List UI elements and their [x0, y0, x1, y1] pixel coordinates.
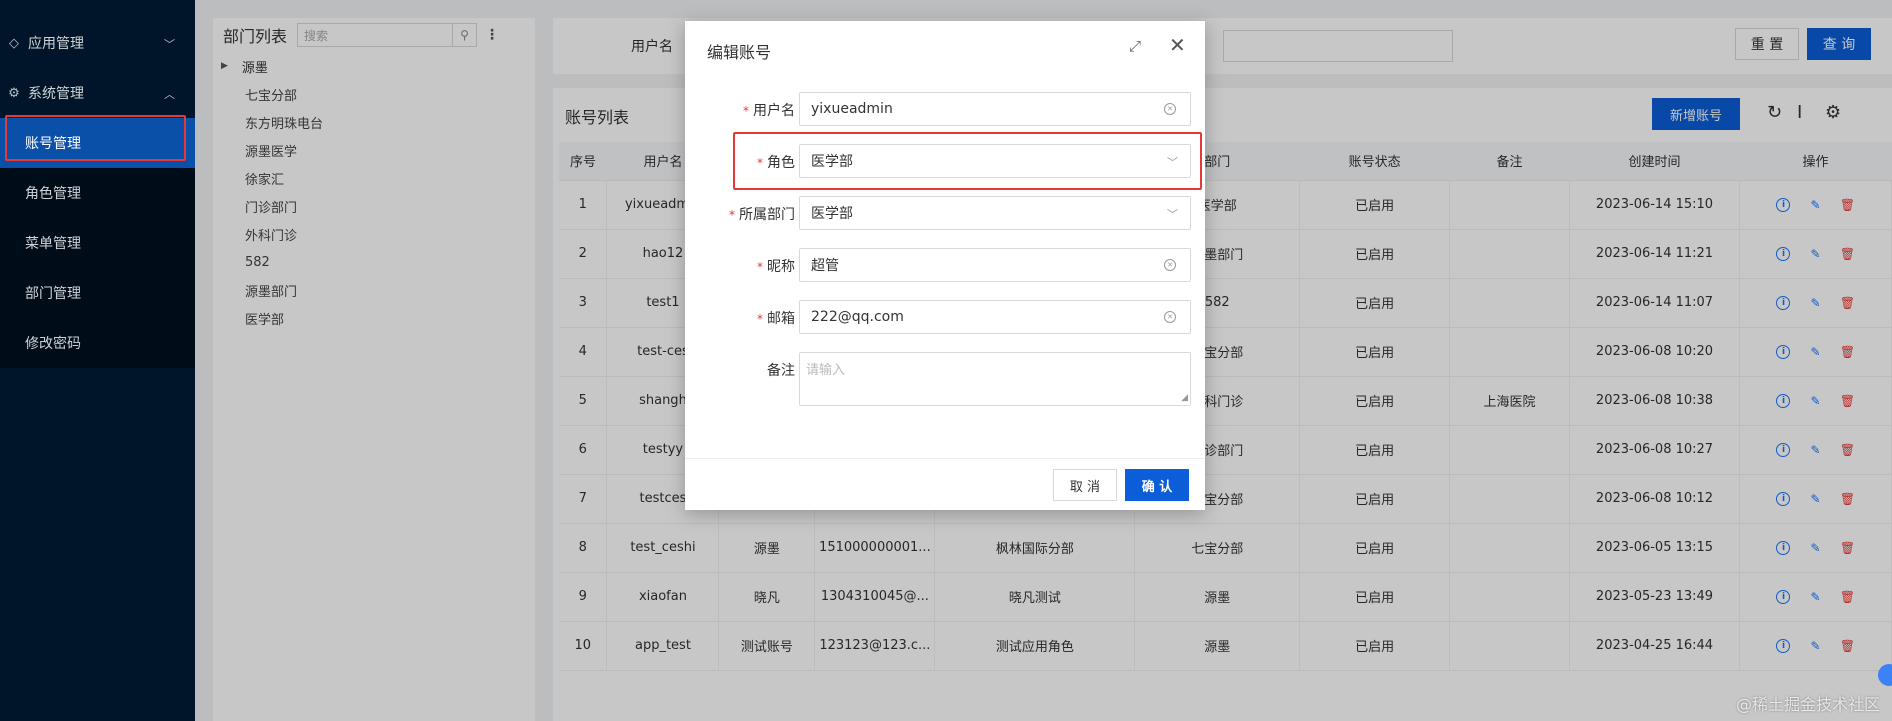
watermark: @稀土掘金技术社区: [1735, 695, 1880, 714]
highlight-box-sidebar: [5, 115, 186, 161]
clear-icon[interactable]: ✕: [1164, 103, 1176, 115]
remark-textarea[interactable]: 请输入 ◢: [799, 352, 1191, 406]
chevron-up-icon: ︿: [164, 88, 175, 101]
sidebar-item-roles[interactable]: 角色管理: [0, 168, 195, 218]
email-input[interactable]: 222@qq.com ✕: [799, 300, 1191, 334]
gear-icon: ⚙: [8, 85, 20, 101]
clear-icon[interactable]: ✕: [1164, 311, 1176, 323]
form-row-email: * 邮箱 222@qq.com ✕: [685, 300, 1205, 334]
nickname-input[interactable]: 超管 ✕: [799, 248, 1191, 282]
modal-title: 编辑账号: [707, 43, 772, 62]
sidebar: ◇ 应用管理 ﹀ ⚙ 系统管理 ︿ 账号管理 角色管理 菜单管理 部门管理 修改…: [0, 0, 195, 721]
sidebar-group-label: 系统管理: [28, 86, 84, 102]
sidebar-item-menus[interactable]: 菜单管理: [0, 218, 195, 268]
sidebar-group-app[interactable]: ◇ 应用管理 ﹀: [0, 18, 195, 68]
confirm-button[interactable]: 确 认: [1125, 469, 1189, 501]
form-row-nickname: * 昵称 超管 ✕: [685, 248, 1205, 282]
highlight-box-role: [733, 132, 1202, 190]
sidebar-group-label: 应用管理: [28, 36, 84, 52]
close-icon[interactable]: ✕: [1169, 33, 1186, 57]
edit-account-modal: 编辑账号 ⤢ ✕ * 用户名 yixueadmin ✕ * 角色 医学部 ﹀ * 所属…: [685, 21, 1205, 510]
form-row-username: * 用户名 yixueadmin ✕: [685, 92, 1205, 126]
chevron-down-icon: ﹀: [164, 38, 175, 51]
form-row-remark: 备注 请输入 ◢: [685, 352, 1205, 406]
modal-divider: [685, 458, 1205, 459]
dept-select[interactable]: 医学部 ﹀: [799, 196, 1191, 230]
resize-grip-icon[interactable]: ◢: [1181, 393, 1188, 403]
diamond-icon: ◇: [9, 35, 19, 51]
username-input[interactable]: yixueadmin ✕: [799, 92, 1191, 126]
fullscreen-icon[interactable]: ⤢: [1129, 37, 1141, 55]
chevron-down-icon[interactable]: ﹀: [1167, 206, 1178, 222]
cancel-button[interactable]: 取 消: [1053, 469, 1117, 501]
form-row-dept: * 所属部门 医学部 ﹀: [685, 196, 1205, 230]
sidebar-group-system[interactable]: ⚙ 系统管理 ︿: [0, 68, 195, 118]
sidebar-item-change-password[interactable]: 修改密码: [0, 318, 195, 368]
sidebar-item-departments[interactable]: 部门管理: [0, 268, 195, 318]
clear-icon[interactable]: ✕: [1164, 259, 1176, 271]
